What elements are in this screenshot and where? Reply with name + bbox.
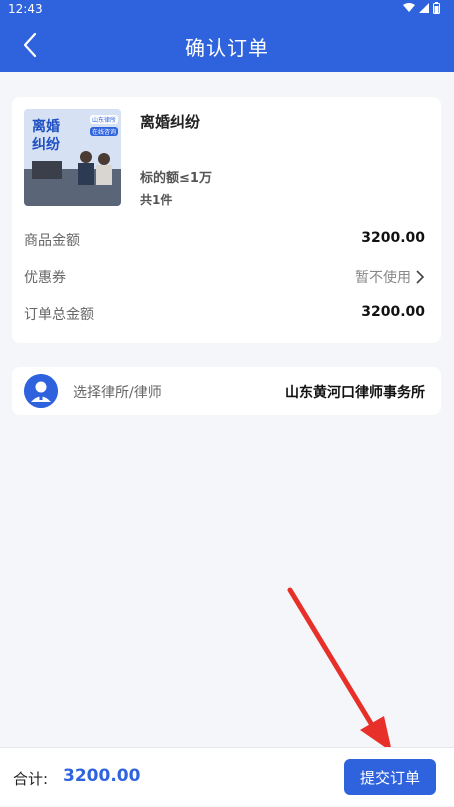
order-total-label: 订单总金额: [24, 307, 94, 323]
footer-total-label: 合计:: [13, 770, 49, 788]
thumb-title-line2: 纠纷: [32, 136, 60, 153]
coupon-value: 暂不使用: [355, 270, 411, 286]
lawyer-label: 选择律所/律师: [73, 385, 162, 401]
product-illustration: 离婚 纠纷 山东律所 在线咨询: [24, 109, 121, 206]
annotation-arrow-icon: [287, 587, 392, 752]
thumb-title-line1: 离婚: [32, 118, 60, 135]
lawyer-value: 山东黄河口律师事务所: [285, 385, 425, 401]
submit-order-button[interactable]: 提交订单: [344, 759, 436, 795]
status-bar: 12:43: [0, 0, 454, 18]
signal-icon: [419, 3, 429, 13]
lawyer-selector[interactable]: 选择律所/律师 山东黄河口律师事务所: [12, 367, 441, 415]
coupon-label: 优惠券: [24, 270, 66, 286]
product-card: 离婚 纠纷 山东律所 在线咨询 离婚纠纷 标的额≤1万 共1件 商品金额 320…: [12, 97, 441, 343]
bottom-bar: 合计: 3200.00 提交订单: [0, 747, 454, 806]
status-time: 12:43: [8, 2, 43, 16]
page-title: 确认订单: [185, 36, 269, 60]
coupon-row[interactable]: 优惠券 暂不使用: [24, 267, 425, 289]
battery-icon: [433, 2, 440, 14]
coupon-selector[interactable]: 暂不使用: [355, 267, 425, 287]
product-image[interactable]: 离婚 纠纷 山东律所 在线咨询: [24, 109, 121, 206]
product-spec: 标的额≤1万: [140, 171, 212, 186]
goods-amount-value: 3200.00: [361, 230, 425, 246]
order-total-value: 3200.00: [361, 304, 425, 320]
wifi-icon: [403, 3, 415, 12]
goods-amount-label: 商品金额: [24, 233, 80, 249]
goods-amount-row: 商品金额 3200.00: [24, 230, 425, 252]
product-quantity: 共1件: [140, 193, 173, 207]
thumb-badge-2: 在线咨询: [92, 128, 116, 136]
order-total-row: 订单总金额 3200.00: [24, 304, 425, 326]
footer-total-value: 3200.00: [63, 766, 141, 786]
status-icons: [403, 2, 440, 14]
thumb-badge-1: 山东律所: [92, 116, 116, 124]
product-name: 离婚纠纷: [140, 113, 201, 131]
chevron-right-icon: [416, 270, 425, 284]
lawyer-avatar-icon: [24, 374, 58, 408]
nav-bar: 确认订单: [0, 18, 454, 72]
